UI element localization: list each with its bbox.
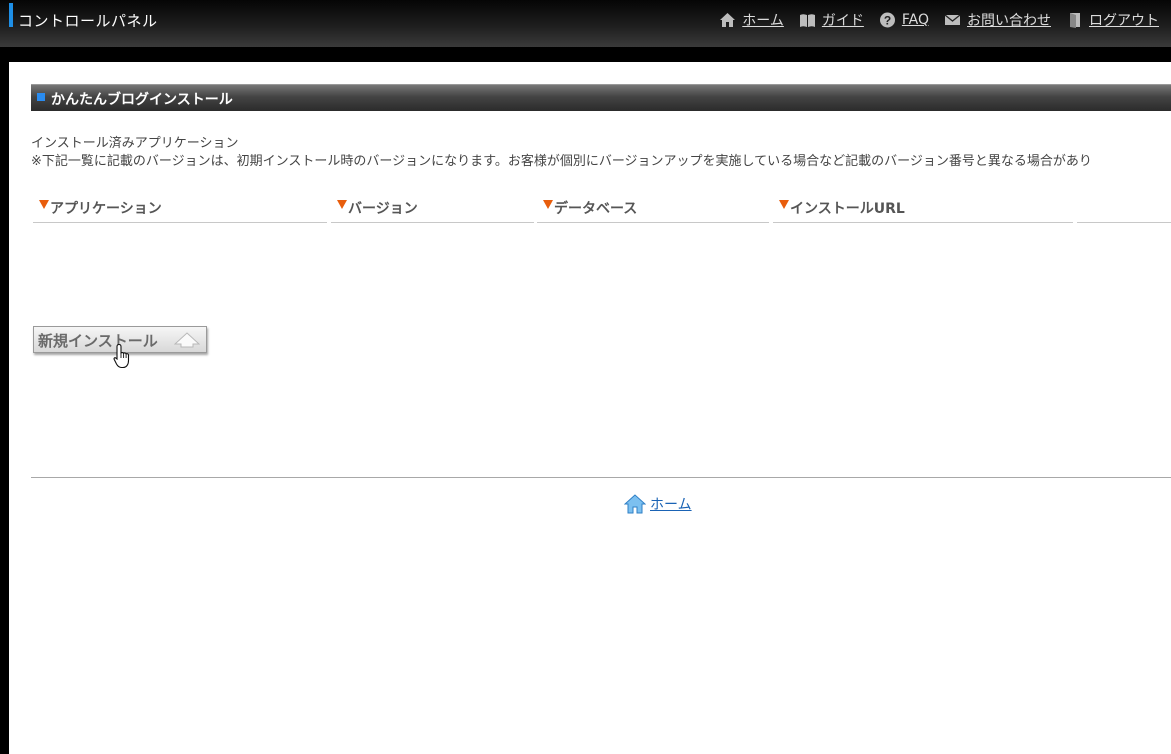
apps-table-header: アプリケーション バージョン データベース インストールURL [31,195,1171,223]
nav-home-link[interactable]: ホーム [719,10,784,30]
nav-contact-label: お問い合わせ [967,13,1051,29]
mail-icon [944,12,961,28]
nav-logout-label: ログアウト [1089,13,1159,29]
installed-apps-heading: インストール済みアプリケーション [31,136,239,151]
nav-guide-label: ガイド [821,13,864,29]
sort-triangle-icon [779,200,789,209]
sort-triangle-icon [543,200,553,209]
nav-home-label: ホーム [742,13,784,29]
logout-door-icon [1066,12,1083,28]
footer-home-link[interactable]: ホーム [624,494,692,514]
hand-pointer-cursor-icon [113,343,130,369]
app-title: コントロールパネル [18,12,158,30]
sort-triangle-icon [337,200,347,209]
home-icon [624,494,646,514]
version-note: ※下記一覧に記載のバージョンは、初期インストール時のバージョンになります。お客様… [31,154,1092,169]
svg-text:?: ? [884,14,891,28]
nav-faq-link[interactable]: ? FAQ [879,12,929,28]
sort-triangle-icon [39,200,49,209]
column-header-application[interactable]: アプリケーション [33,195,327,223]
column-header-extra [1077,195,1171,223]
footer-home-label: ホーム [650,497,692,513]
nav-logout-link[interactable]: ログアウト [1066,10,1159,30]
nav-contact-link[interactable]: お問い合わせ [944,10,1051,30]
column-header-version[interactable]: バージョン [331,195,534,223]
nav-faq-label: FAQ [901,12,929,28]
nav-guide-link[interactable]: ガイド [799,10,864,30]
section-title: かんたんブログインストール [51,92,233,108]
home-icon [719,12,736,28]
up-arrow-icon [173,332,201,348]
section-header: かんたんブログインストール [31,84,1171,111]
column-header-database[interactable]: データベース [537,195,769,223]
section-square-marker [37,93,45,101]
main-content: かんたんブログインストール インストール済みアプリケーション ※下記一覧に記載の… [9,62,1171,754]
column-header-install-url[interactable]: インストールURL [773,195,1073,223]
question-icon: ? [879,12,896,28]
top-bar: コントロールパネル ホーム ガイド ? FAQ お問い合わせ ログアウト [0,0,1171,47]
top-navigation: ホーム ガイド ? FAQ お問い合わせ ログアウト [704,10,1159,30]
book-icon [799,12,816,28]
brand-accent-bar [9,3,13,27]
footer-divider [31,477,1171,478]
